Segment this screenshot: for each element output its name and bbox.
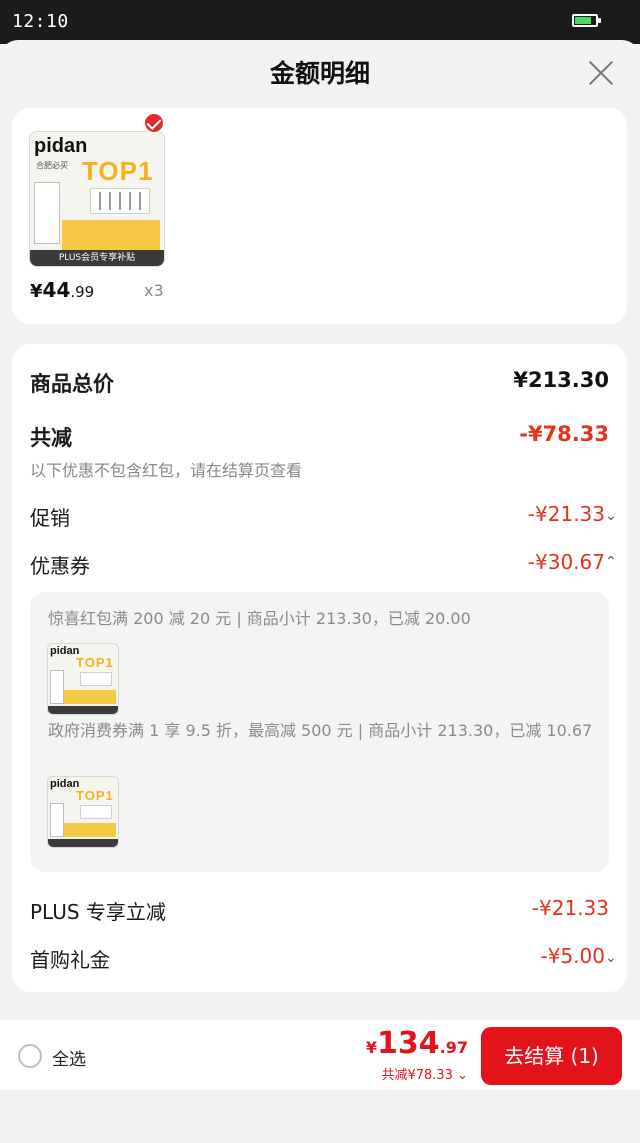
coupon-thumb-footer [48, 839, 118, 847]
coupon-thumb-pack [80, 805, 112, 819]
status-time: 12:10 [12, 11, 69, 32]
chevron-down-icon[interactable]: ⌄ [605, 951, 617, 965]
coupon-thumb-panel [50, 670, 64, 704]
chevron-down-icon[interactable]: ⌄ [457, 1068, 468, 1083]
coupon-product-image: pidan TOP1 [47, 776, 119, 848]
chevron-down-icon[interactable]: ⌄ [605, 509, 617, 523]
coupon-thumb-strip [64, 823, 116, 837]
promotion-value[interactable]: -¥21.33 [528, 502, 605, 526]
status-bar: 12:10 [0, 0, 640, 44]
coupon-thumb-badge: TOP1 [76, 788, 114, 803]
product-footer-label: PLUS会员专享补贴 [30, 250, 164, 266]
subtotal-label: 商品总价 [30, 372, 114, 396]
product-tag: 合肥必买 [36, 161, 68, 170]
select-all-radio[interactable] [18, 1044, 42, 1068]
plus-discount-value: -¥21.33 [531, 896, 609, 920]
discount-label: 共减 [30, 426, 72, 450]
battery-level [575, 17, 591, 24]
coupon-thumb-pack [80, 672, 112, 686]
product-price-dec: .99 [70, 283, 95, 301]
coupon-value[interactable]: -¥30.67 [528, 550, 605, 574]
product-price: ¥44.99 [30, 278, 94, 302]
selected-check-icon[interactable] [143, 112, 165, 134]
checkout-bar: 全选 ¥134.97 共减¥78.33 ⌄ 去结算 (1) [0, 1020, 640, 1090]
checkout-button[interactable]: 去结算 (1) [481, 1027, 622, 1085]
select-all-label[interactable]: 全选 [52, 1045, 86, 1070]
coupon-label[interactable]: 优惠券 [30, 550, 90, 579]
coupon-thumb-panel [50, 803, 64, 837]
coupon-item-text: 政府消费券满 1 享 9.5 折，最高减 500 元 | 商品小计 213.30… [48, 721, 593, 740]
product-quantity: x3 [144, 281, 164, 300]
product-promo-strip [62, 220, 160, 250]
total-saved-text: 共减¥78.33 [381, 1068, 453, 1083]
promotion-label[interactable]: 促销 [30, 502, 70, 531]
product-price-currency: ¥ [30, 281, 43, 302]
product-card: pidan 合肥必买 TOP1 PLUS会员专享补贴 ¥44.99 x3 [12, 108, 627, 324]
total-price-int: 134 [377, 1026, 440, 1061]
coupon-item-text: 惊喜红包满 200 减 20 元 | 商品小计 213.30，已减 20.00 [48, 609, 471, 628]
coupon-product-image: pidan TOP1 [47, 643, 119, 715]
product-badge: TOP1 [82, 156, 154, 186]
first-gift-value[interactable]: -¥5.00 [541, 944, 605, 968]
product-price-int: 44 [42, 278, 71, 302]
coupon-thumb-strip [64, 690, 116, 704]
first-gift-label[interactable]: 首购礼金 [30, 944, 110, 973]
sheet-title: 金额明细 [269, 59, 370, 88]
product-brand: pidan [34, 135, 88, 157]
total-price-dec: .97 [439, 1038, 468, 1057]
close-icon[interactable] [586, 57, 618, 89]
summary-card: 商品总价 ¥213.30 共减 -¥78.33 以下优惠不包含红包，请在结算页查… [12, 344, 627, 992]
coupon-thumb-brand: pidan [50, 778, 80, 790]
discount-value: -¥78.33 [519, 422, 609, 446]
battery-icon [572, 14, 601, 27]
coupon-thumb-footer [48, 706, 118, 714]
product-image[interactable]: pidan 合肥必买 TOP1 PLUS会员专享补贴 [29, 131, 165, 267]
product-info-panel [34, 182, 60, 244]
coupon-detail-box: 惊喜红包满 200 减 20 元 | 商品小计 213.30，已减 20.00 … [30, 592, 609, 872]
total-price: ¥134.97 [366, 1026, 468, 1061]
plus-discount-label: PLUS 专享立减 [30, 900, 166, 924]
total-saved[interactable]: 共减¥78.33 ⌄ [381, 1064, 468, 1083]
discount-hint: 以下优惠不包含红包，请在结算页查看 [30, 461, 303, 480]
total-price-currency: ¥ [365, 1038, 378, 1057]
chevron-up-icon[interactable]: ⌃ [605, 555, 617, 569]
coupon-thumb-badge: TOP1 [76, 655, 114, 670]
amount-detail-sheet: 金额明细 pidan 合肥必买 TOP1 PLUS会员专享补贴 ¥44.99 x… [0, 40, 640, 1143]
subtotal-value: ¥213.30 [513, 368, 609, 392]
product-pack-graphic [90, 188, 150, 214]
coupon-thumb-brand: pidan [50, 645, 80, 657]
